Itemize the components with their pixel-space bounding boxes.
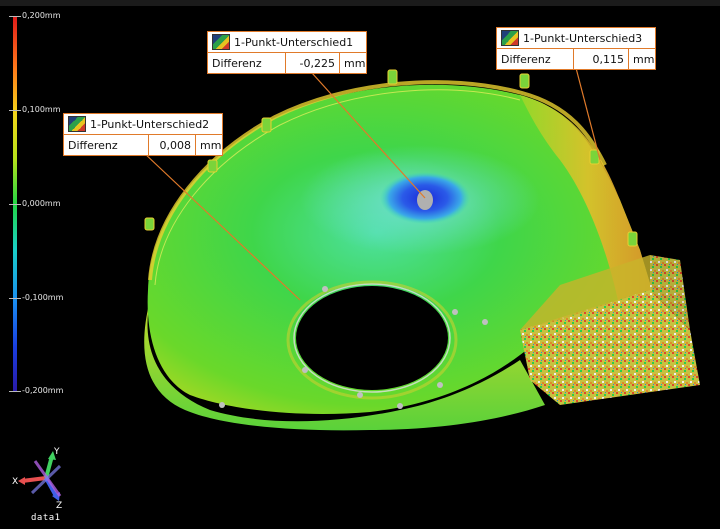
callout-row: Differenz 0,008 mm	[64, 135, 222, 155]
part-deviation-view[interactable]	[0, 0, 720, 529]
callout-title: 1-Punkt-Unterschied3	[523, 31, 643, 45]
callout-row: Differenz -0,225 mm	[208, 53, 366, 73]
x-axis-arrow	[21, 476, 47, 483]
x-axis-label: X	[12, 477, 18, 487]
callout-header: 1-Punkt-Unterschied2	[64, 114, 222, 135]
measurement-icon	[68, 116, 86, 132]
y-axis-label: Y	[53, 447, 60, 457]
callout-point-1[interactable]: 1-Punkt-Unterschied1 Differenz -0,225 mm	[207, 31, 367, 74]
callout-value: 0,115	[573, 49, 628, 69]
dataset-label: data1	[31, 513, 61, 523]
callout-unit: mm	[195, 135, 222, 155]
callout-value: 0,008	[148, 135, 195, 155]
callout-row: Differenz 0,115 mm	[497, 49, 655, 69]
callout-unit: mm	[339, 53, 366, 73]
measurement-icon	[501, 30, 519, 46]
axes-gizmo[interactable]: X Y Z	[10, 446, 80, 510]
callout-title: 1-Punkt-Unterschied2	[90, 117, 210, 131]
callout-label: Differenz	[501, 52, 551, 66]
callout-title: 1-Punkt-Unterschied1	[234, 35, 354, 49]
callout-point-2[interactable]: 1-Punkt-Unterschied2 Differenz 0,008 mm	[63, 113, 223, 156]
z-axis-label: Z	[56, 501, 62, 510]
callout-point-3[interactable]: 1-Punkt-Unterschied3 Differenz 0,115 mm	[496, 27, 656, 70]
measurement-icon	[212, 34, 230, 50]
callout-header: 1-Punkt-Unterschied1	[208, 32, 366, 53]
callout-label: Differenz	[212, 56, 262, 70]
callout-label: Differenz	[68, 138, 118, 152]
center-opening	[296, 286, 448, 390]
callout-value: -0,225	[285, 53, 339, 73]
callout-header: 1-Punkt-Unterschied3	[497, 28, 655, 49]
callout-unit: mm	[628, 49, 655, 69]
